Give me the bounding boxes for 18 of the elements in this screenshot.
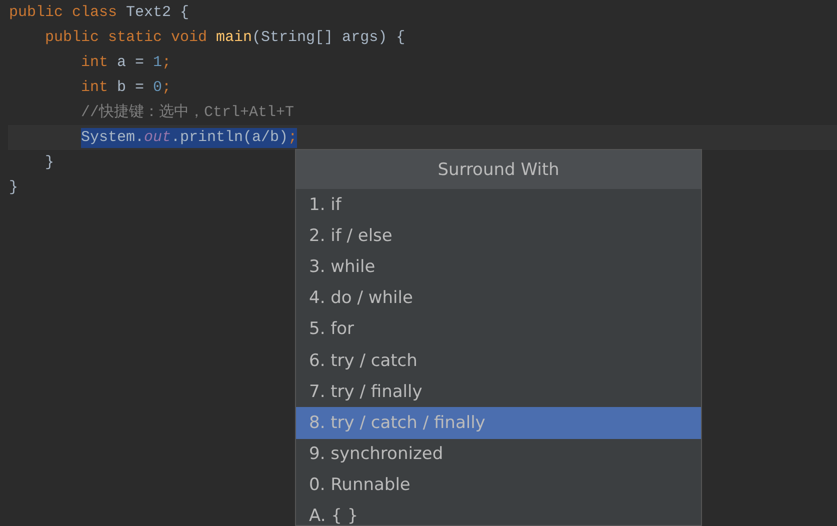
menu-item[interactable]: 5. for [296,314,701,345]
menu-item[interactable]: 9. synchronized [296,438,701,470]
menu-item[interactable]: 0. Runnable [296,470,701,501]
code-line: //快捷键：选中，Ctrl+Atl+T [81,102,294,122]
popup-title: Surround With [296,150,701,189]
menu-item[interactable]: 2. if / else [296,220,701,252]
menu-item[interactable]: 6. try / catch [296,344,701,376]
menu-item[interactable]: 1. if [296,189,701,220]
code-line: public static void main(String[] args) { [45,28,406,48]
code-line: public class Text2 { [9,2,190,22]
code-line: } [45,152,54,172]
code-line: } [9,178,18,198]
code-line: int a = 1; [81,52,172,72]
code-line: int b = 0; [81,78,172,98]
menu-item[interactable]: A. { } [296,500,701,525]
menu-item[interactable]: 4. do / while [296,282,701,314]
menu-item[interactable]: 3. while [296,251,701,283]
menu-item[interactable]: 7. try / finally [296,376,701,408]
